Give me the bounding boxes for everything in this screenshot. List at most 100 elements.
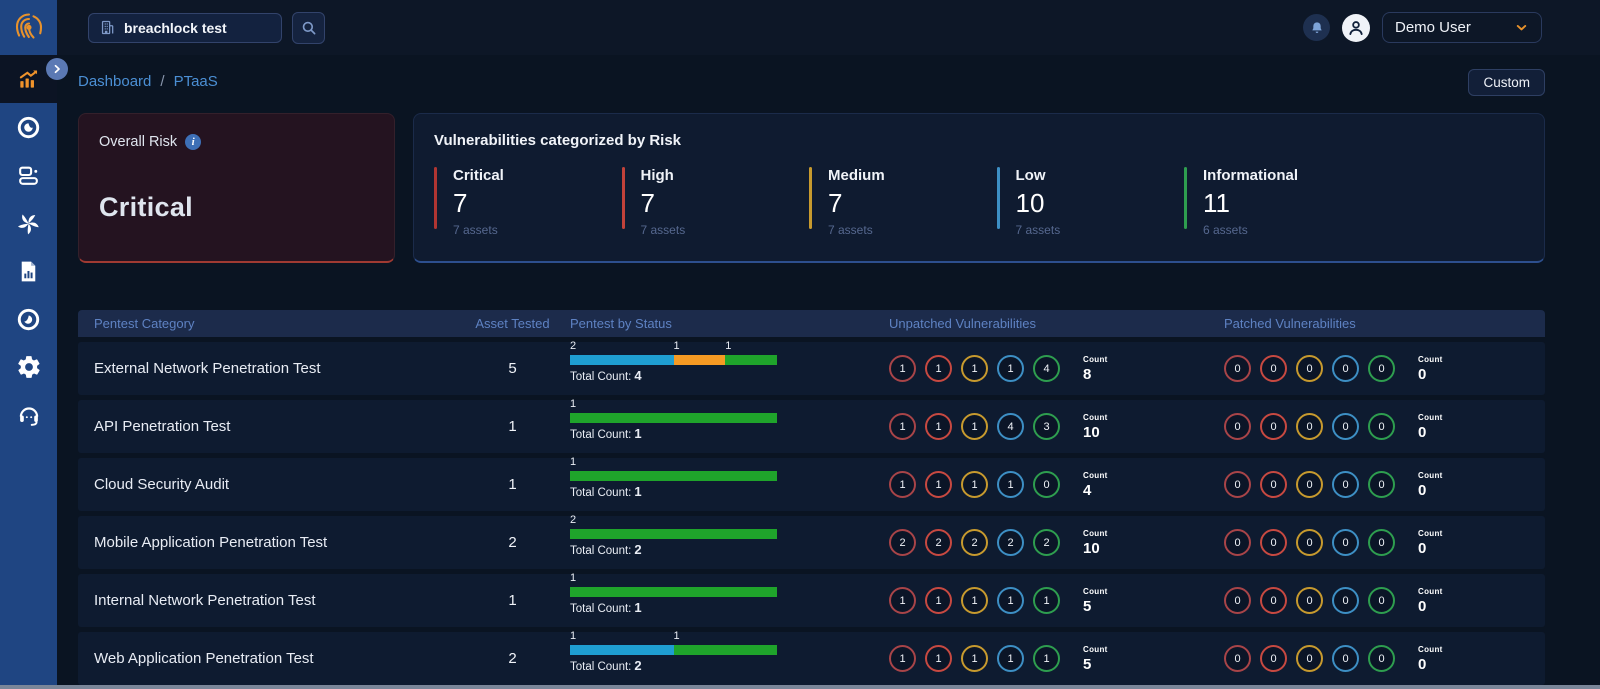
severity-summary-medium: Medium 7 7 assets [809, 167, 997, 237]
asset-tested-cell: 1 [508, 418, 517, 435]
user-menu-dropdown[interactable]: Demo User [1382, 12, 1542, 43]
status-segment-value: 1 [570, 629, 577, 642]
unpatched-count-value: 10 [1083, 539, 1100, 557]
severity-summary-low: Low 10 7 assets [996, 167, 1185, 237]
table-row[interactable]: Internal Network Penetration Test 1 1 Total… [78, 572, 1545, 627]
sidebar-item-settings[interactable] [0, 343, 57, 391]
sidebar-expand-button[interactable] [46, 58, 68, 80]
asset-tested-cell: 5 [508, 360, 517, 377]
severity-count: 7 [453, 188, 468, 218]
overall-risk-label: Overall Risk [99, 134, 178, 150]
unpatched-severity-ring: 1 [889, 645, 916, 672]
severity-label: Informational [1203, 167, 1299, 184]
unpatched-count-value: 5 [1083, 655, 1092, 673]
user-icon [1345, 17, 1367, 39]
patched-severity-ring: 0 [1368, 529, 1395, 556]
severity-color-bar [621, 167, 625, 229]
col-unpatched-vulnerabilities: Unpatched Vulnerabilities [889, 316, 1036, 331]
table-row[interactable]: Mobile Application Penetration Test 2 2 Tot… [78, 514, 1545, 569]
custom-button[interactable]: Custom [1468, 69, 1545, 96]
user-avatar[interactable] [1342, 13, 1370, 42]
sidebar-item-automation[interactable] [0, 199, 57, 247]
breadcrumb-ptaas[interactable]: PTaaS [174, 73, 218, 90]
count-label: Count [1083, 528, 1108, 538]
top-navigation-bar: breachlock test Demo User [57, 0, 1600, 55]
spiral-icon [15, 210, 42, 237]
unpatched-severity-ring: 1 [925, 587, 952, 614]
patched-count-block: Count 0 [1418, 645, 1443, 673]
unpatched-vulnerabilities-cell: 1 1 1 1 4 Count 8 [889, 355, 1224, 383]
vulnerabilities-by-risk-panel: Vulnerabilities categorized by Risk Crit… [413, 113, 1545, 263]
asset-tested-cell: 2 [508, 534, 517, 551]
table-row[interactable]: External Network Penetration Test 5 2 1 1 Tot… [78, 340, 1545, 395]
brand-logo[interactable] [0, 0, 57, 55]
user-menu-label: Demo User [1395, 19, 1471, 36]
table-row[interactable]: Cloud Security Audit 1 1 Total Count: 1 1 1 1 1 0… [78, 456, 1545, 511]
total-count-line: Total Count: 2 [570, 657, 642, 673]
patched-severity-ring: 0 [1368, 471, 1395, 498]
patched-severity-ring: 0 [1296, 355, 1323, 382]
patched-count-value: 0 [1418, 655, 1427, 673]
patched-severity-ring: 0 [1296, 413, 1323, 440]
table-row[interactable]: Web Application Penetration Test 2 1 1 Total… [78, 630, 1545, 685]
patched-count-block: Count 0 [1418, 587, 1443, 615]
sidebar-item-monitoring[interactable] [0, 295, 57, 343]
count-label: Count [1418, 528, 1443, 538]
unpatched-severity-ring: 1 [961, 471, 988, 498]
bottom-edge-strip [0, 685, 1600, 689]
pentest-category-cell: API Penetration Test [94, 418, 231, 435]
pentest-status-cell: 1 1 Total Count: 2 [570, 630, 777, 673]
notifications-button[interactable] [1303, 14, 1330, 41]
info-icon[interactable]: i [185, 134, 202, 150]
severity-color-bar [996, 167, 1000, 229]
severity-label: Low [1015, 167, 1046, 184]
unpatched-severity-ring: 1 [997, 355, 1024, 382]
patched-severity-ring: 0 [1224, 645, 1251, 672]
patched-severity-ring: 0 [1368, 645, 1395, 672]
company-search-input[interactable]: breachlock test [88, 12, 282, 43]
total-count-line: Total Count: 1 [570, 599, 642, 615]
sidebar-item-support[interactable] [0, 391, 57, 439]
sidebar-item-targets[interactable] [0, 103, 57, 151]
col-pentest-by-status: Pentest by Status [570, 316, 672, 331]
count-label: Count [1083, 412, 1108, 422]
unpatched-severity-ring: 1 [997, 471, 1024, 498]
unpatched-count-block: Count 4 [1083, 471, 1108, 499]
breadcrumb-dashboard[interactable]: Dashboard [78, 73, 151, 90]
severity-color-bar [1184, 167, 1187, 229]
unpatched-severity-ring: 1 [925, 471, 952, 498]
breadcrumb: Dashboard / PTaaS [78, 73, 218, 90]
patched-count-block: Count 0 [1418, 355, 1443, 383]
sidebar-item-assets[interactable] [0, 151, 57, 199]
unpatched-count-value: 5 [1083, 597, 1092, 615]
patched-count-value: 0 [1418, 597, 1427, 615]
unpatched-severity-ring: 4 [997, 413, 1024, 440]
unpatched-severity-ring: 1 [1033, 645, 1060, 672]
patched-severity-ring: 0 [1296, 645, 1323, 672]
severity-assets: 7 assets [828, 223, 873, 237]
sidebar-item-reports[interactable] [0, 247, 57, 295]
search-button[interactable] [292, 11, 325, 44]
pentest-category-cell: External Network Penetration Test [94, 360, 321, 377]
breadcrumb-separator: / [160, 73, 165, 90]
pentest-status-cell: 1 Total Count: 1 [570, 456, 777, 499]
gear-icon [16, 354, 42, 380]
severity-count: 7 [828, 188, 843, 218]
unpatched-severity-ring: 1 [997, 645, 1024, 672]
table-row[interactable]: API Penetration Test 1 1 Total Count: 1 1 1 1 4 3… [78, 398, 1545, 453]
patched-severity-ring: 0 [1296, 471, 1323, 498]
patched-severity-ring: 0 [1224, 355, 1251, 382]
unpatched-count-value: 4 [1083, 481, 1092, 499]
status-segment-blue: 2 [570, 340, 674, 365]
patched-severity-ring: 0 [1332, 587, 1359, 614]
total-count-line: Total Count: 1 [570, 483, 642, 499]
main-content: Dashboard / PTaaS Custom Overall Risk i … [57, 55, 1600, 689]
status-segment-blue: 1 [570, 630, 674, 655]
unpatched-severity-ring: 1 [997, 587, 1024, 614]
patched-vulnerabilities-cell: 0 0 0 0 0 Count 0 [1224, 413, 1545, 441]
overall-risk-value: Critical [99, 192, 193, 222]
asset-tested-cell: 1 [508, 476, 517, 493]
patched-severity-ring: 0 [1332, 355, 1359, 382]
patched-severity-ring: 0 [1260, 645, 1287, 672]
patched-severity-ring: 0 [1332, 471, 1359, 498]
